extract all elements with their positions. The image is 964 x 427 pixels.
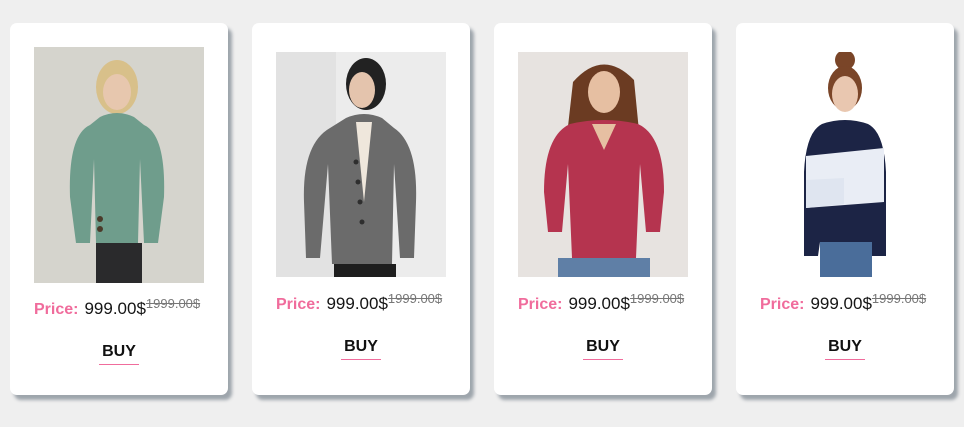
old-price: 1999.00$ — [145, 296, 201, 311]
buy-button[interactable]: BUY — [99, 343, 139, 365]
price-row: Price: 999.00$1999.00$ — [276, 291, 460, 314]
product-card: Price: 999.00$1999.00$ BUY — [494, 23, 712, 395]
product-image[interactable] — [276, 52, 446, 277]
product-card: Price: 999.00$1999.00$ BUY — [252, 23, 470, 395]
buy-button[interactable]: BUY — [825, 338, 865, 360]
buy-button-wrapper: BUY — [10, 343, 228, 365]
buy-button[interactable]: BUY — [341, 338, 381, 360]
price-label: Price: — [276, 296, 321, 313]
current-price: 999.00$ — [84, 299, 146, 318]
product-image[interactable] — [518, 52, 688, 277]
product-grid: Price: 999.00$1999.00$ BUY Price: 999.00… — [0, 0, 964, 427]
current-price: 999.00$ — [810, 294, 872, 313]
product-image[interactable] — [34, 47, 204, 283]
current-price: 999.00$ — [568, 294, 630, 313]
product-card: Price: 999.00$1999.00$ BUY — [10, 23, 228, 395]
product-card: Price: 999.00$1999.00$ BUY — [736, 23, 954, 395]
old-price: 1999.00$ — [387, 291, 443, 306]
buy-button-wrapper: BUY — [736, 338, 954, 360]
price-row: Price: 999.00$1999.00$ — [760, 291, 944, 314]
price-row: Price: 999.00$1999.00$ — [34, 296, 218, 319]
product-image[interactable] — [760, 52, 930, 277]
old-price: 1999.00$ — [629, 291, 685, 306]
old-price: 1999.00$ — [871, 291, 927, 306]
price-label: Price: — [518, 296, 563, 313]
price-row: Price: 999.00$1999.00$ — [518, 291, 702, 314]
price-label: Price: — [760, 296, 805, 313]
buy-button-wrapper: BUY — [494, 338, 712, 360]
price-label: Price: — [34, 301, 79, 318]
current-price: 999.00$ — [326, 294, 388, 313]
buy-button-wrapper: BUY — [252, 338, 470, 360]
buy-button[interactable]: BUY — [583, 338, 623, 360]
